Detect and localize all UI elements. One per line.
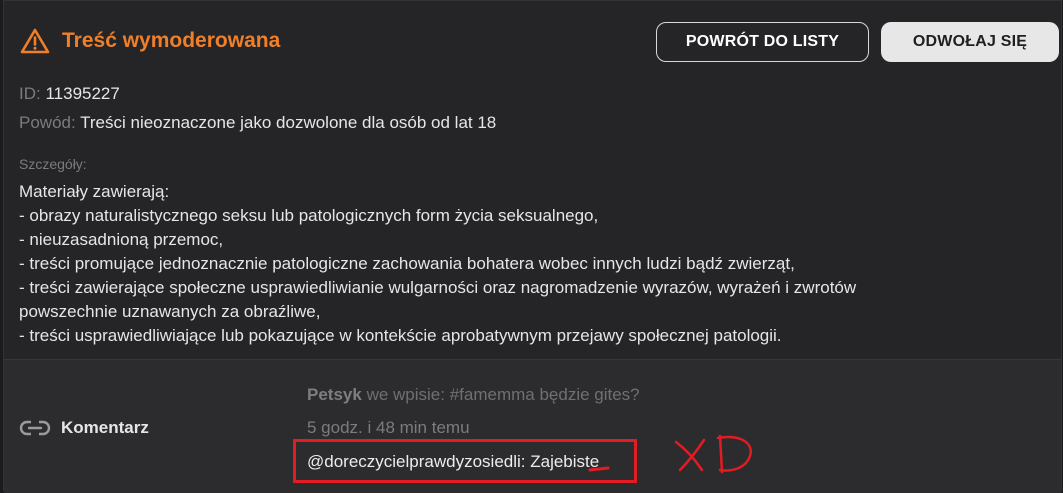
panel-header: Treść wymoderowana POWRÓT DO LISTY ODWOŁ…	[4, 1, 1061, 81]
reason-row: Powód: Treści nieoznaczone jako dozwolon…	[19, 112, 496, 134]
comment-time: 5 godz. i 48 min temu	[307, 418, 470, 437]
warning-triangle-icon	[20, 28, 50, 54]
details-line: powszechnie uznawanych za obraźliwe,	[19, 302, 321, 321]
moderation-panel: Treść wymoderowana POWRÓT DO LISTY ODWOŁ…	[3, 0, 1062, 493]
details-label: Szczegóły:	[19, 156, 87, 172]
details-line: - nieuzasadnioną przemoc,	[19, 230, 224, 249]
reason-label: Powód:	[19, 113, 76, 132]
details-line: - treści usprawiedliwiające lub pokazują…	[19, 326, 782, 345]
reason-value: Treści nieoznaczone jako dozwolone dla o…	[80, 113, 497, 132]
details-line: - treści zawierające społeczne usprawied…	[19, 278, 857, 297]
handwritten-xd-scribble	[588, 434, 752, 474]
details-line: Materiały zawierają:	[19, 182, 170, 201]
link-icon	[19, 420, 51, 436]
comment-entry-context[interactable]: we wpisie: #famemma będzie gites?	[367, 385, 640, 404]
comment-label: Komentarz	[61, 418, 149, 437]
id-value: 11395227	[45, 84, 120, 103]
page-title: Treść wymoderowana	[62, 29, 281, 52]
appeal-button[interactable]: ODWOŁAJ SIĘ	[881, 22, 1059, 62]
back-to-list-button[interactable]: POWRÓT DO LISTY	[656, 22, 869, 62]
details-text: Materiały zawierają: - obrazy naturalist…	[19, 180, 1019, 348]
id-row: ID: 11395227	[19, 83, 120, 105]
comment-author[interactable]: Petsyk	[307, 385, 362, 404]
details-line: - treści promujące jednoznacznie patolog…	[19, 254, 795, 273]
details-line: - obrazy naturalistycznego seksu lub pat…	[19, 206, 599, 225]
id-label: ID:	[19, 84, 41, 103]
comment-context: Petsyk we wpisie: #famemma będzie gites?	[307, 385, 640, 405]
